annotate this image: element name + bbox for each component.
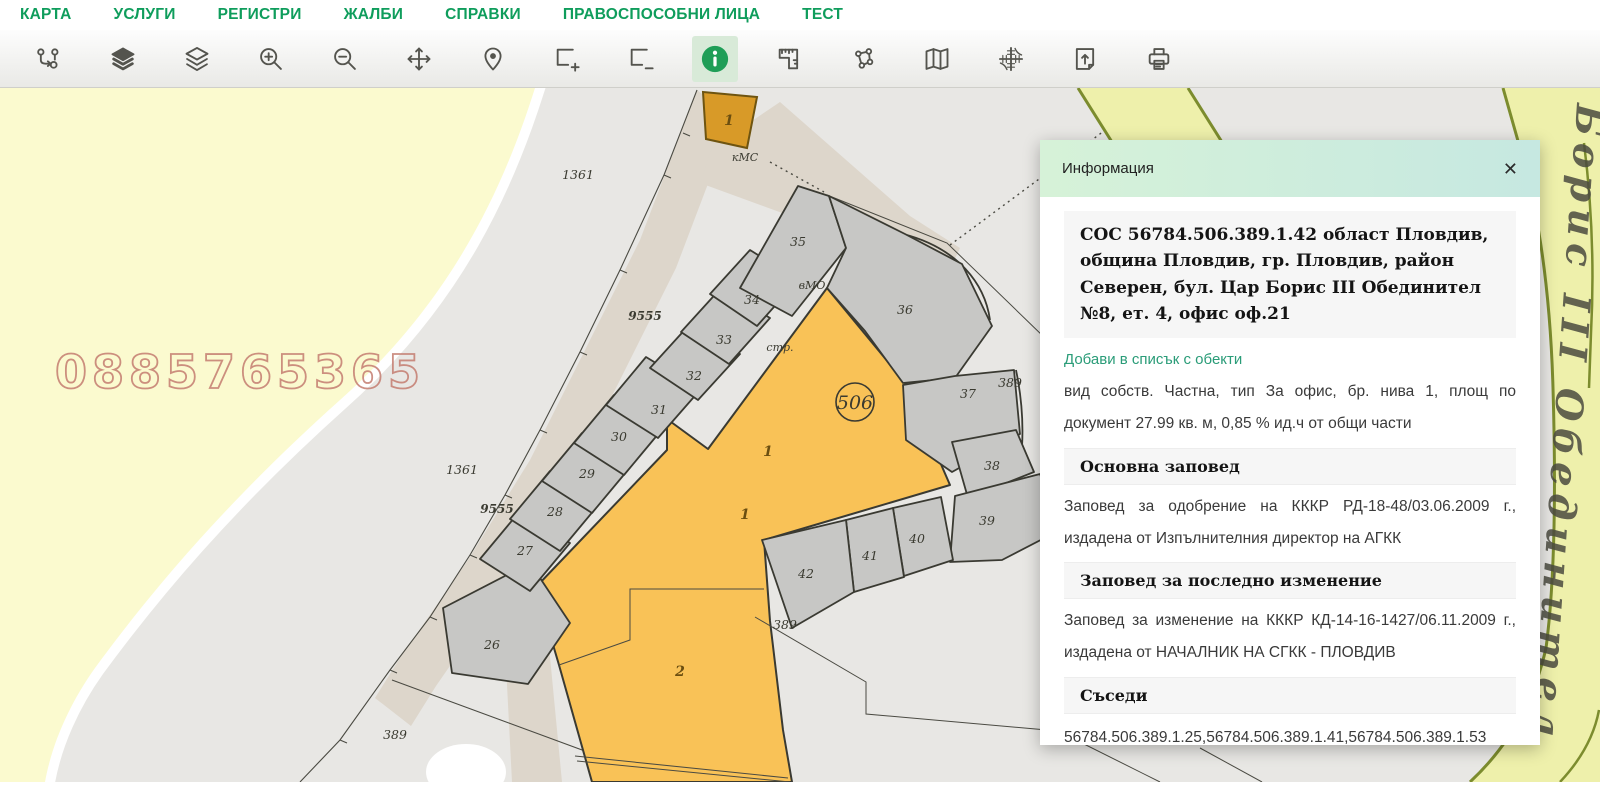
print-icon	[1145, 45, 1173, 73]
tool-map-contents-button[interactable]	[26, 36, 72, 82]
measure-length-icon	[775, 45, 803, 73]
layers-filled-icon	[109, 45, 137, 73]
object-details: вид собств. Частна, тип За офис, бр. нив…	[1064, 376, 1516, 440]
section-heading-main-order: Основна заповед	[1064, 448, 1516, 485]
map-label: 1361	[562, 167, 594, 182]
map-label: 41	[861, 548, 878, 563]
tool-pan-button[interactable]	[396, 36, 442, 82]
location-pin-icon	[479, 45, 507, 73]
panel-title: Информация	[1062, 160, 1154, 177]
map-label: 29	[578, 466, 595, 481]
export-page-icon	[1071, 45, 1099, 73]
info-panel-body: СОС 56784.506.389.1.42 област Пловдив, о…	[1040, 197, 1540, 745]
zoom-out-icon	[331, 45, 359, 73]
map-label: 389	[383, 727, 407, 742]
zoom-window-in-icon	[553, 45, 581, 73]
nav-item-karta[interactable]: КАРТА	[20, 6, 71, 24]
map-label: 26	[483, 637, 500, 652]
zoom-in-icon	[257, 45, 285, 73]
section-text-neighbors: 56784.506.389.1.25,56784.506.389.1.41,56…	[1064, 722, 1516, 745]
map-label: 39	[979, 513, 995, 528]
coordinates-grid-icon	[997, 45, 1025, 73]
map-label: 37	[960, 386, 976, 401]
info-icon	[700, 44, 730, 74]
map-label: 1361	[446, 462, 478, 477]
map-label: 1	[724, 113, 734, 129]
section-heading-neighbors: Съседи	[1064, 677, 1516, 714]
map-label: 2	[674, 664, 685, 680]
map-label: 1	[740, 507, 750, 523]
map-label: кМС	[732, 151, 759, 164]
nav-item-pravosposobni-lica[interactable]: ПРАВОСПОСОБНИ ЛИЦА	[563, 6, 760, 24]
map-label: 42	[797, 566, 814, 581]
nav-item-spravki[interactable]: СПРАВКИ	[445, 6, 521, 24]
map-label: стр.	[766, 341, 793, 354]
map-label: 9555	[480, 502, 513, 516]
info-panel-header: Информация ✕	[1040, 140, 1540, 197]
tool-zoom-window-out-button[interactable]	[618, 36, 664, 82]
map-label: 34	[744, 292, 760, 307]
section-heading-last-change: Заповед за последно изменение	[1064, 562, 1516, 599]
section-text-last-change: Заповед за изменение на КККР КД-14-16-14…	[1064, 605, 1516, 669]
tool-zoom-in-button[interactable]	[248, 36, 294, 82]
tool-zoom-out-button[interactable]	[322, 36, 368, 82]
tool-coordinates-grid-button[interactable]	[988, 36, 1034, 82]
object-title: СОС 56784.506.389.1.42 област Пловдив, о…	[1064, 211, 1516, 338]
map-label: 506	[837, 392, 873, 414]
pan-icon	[405, 45, 433, 73]
map-label: 40	[908, 531, 925, 546]
tool-export-page-button[interactable]	[1062, 36, 1108, 82]
add-to-object-list-link[interactable]: Добави в списък с обекти	[1064, 351, 1242, 368]
map-contents-icon	[35, 45, 63, 73]
tool-measure-length-button[interactable]	[766, 36, 812, 82]
nav-item-uslugi[interactable]: УСЛУГИ	[113, 6, 175, 24]
zoom-window-out-icon	[627, 45, 655, 73]
map-label: 389	[773, 617, 797, 632]
map-label: 31	[651, 402, 667, 417]
nav-item-test[interactable]: ТЕСТ	[802, 6, 843, 24]
map-sheets-icon	[923, 45, 951, 73]
tool-info-button[interactable]	[692, 36, 738, 82]
section-text-main-order: Заповед за одобрение на КККР РД-18-48/03…	[1064, 491, 1516, 555]
tool-zoom-window-in-button[interactable]	[544, 36, 590, 82]
map-label: 30	[611, 429, 627, 444]
info-panel: Информация ✕ СОС 56784.506.389.1.42 обла…	[1040, 140, 1540, 745]
top-navigation: КАРТА УСЛУГИ РЕГИСТРИ ЖАЛБИ СПРАВКИ ПРАВ…	[0, 0, 1600, 30]
tool-print-button[interactable]	[1136, 36, 1182, 82]
map-label: 27	[516, 543, 533, 558]
map-label: 32	[686, 368, 702, 383]
tool-location-pin-button[interactable]	[470, 36, 516, 82]
map-label: 35	[790, 234, 806, 249]
measure-area-icon	[849, 45, 877, 73]
map-label: 36	[897, 302, 913, 317]
layers-outline-icon	[183, 45, 211, 73]
map-label: 38	[984, 458, 1000, 473]
tool-measure-area-button[interactable]	[840, 36, 886, 82]
map-label: 33	[716, 332, 732, 347]
tool-map-sheets-button[interactable]	[914, 36, 960, 82]
map-label: 9555	[628, 309, 661, 323]
tool-layers-outline-button[interactable]	[174, 36, 220, 82]
watermark-phone: 0885765365	[55, 345, 425, 399]
map-label: 389	[998, 375, 1022, 390]
nav-item-zhalbi[interactable]: ЖАЛБИ	[344, 6, 404, 24]
map-label: 1	[763, 444, 773, 460]
map-toolbar	[0, 30, 1600, 88]
map-label: вМО	[799, 279, 826, 292]
close-icon[interactable]: ✕	[1503, 160, 1518, 178]
map-label: 28	[546, 504, 563, 519]
nav-item-registri[interactable]: РЕГИСТРИ	[218, 6, 302, 24]
tool-layers-filled-button[interactable]	[100, 36, 146, 82]
